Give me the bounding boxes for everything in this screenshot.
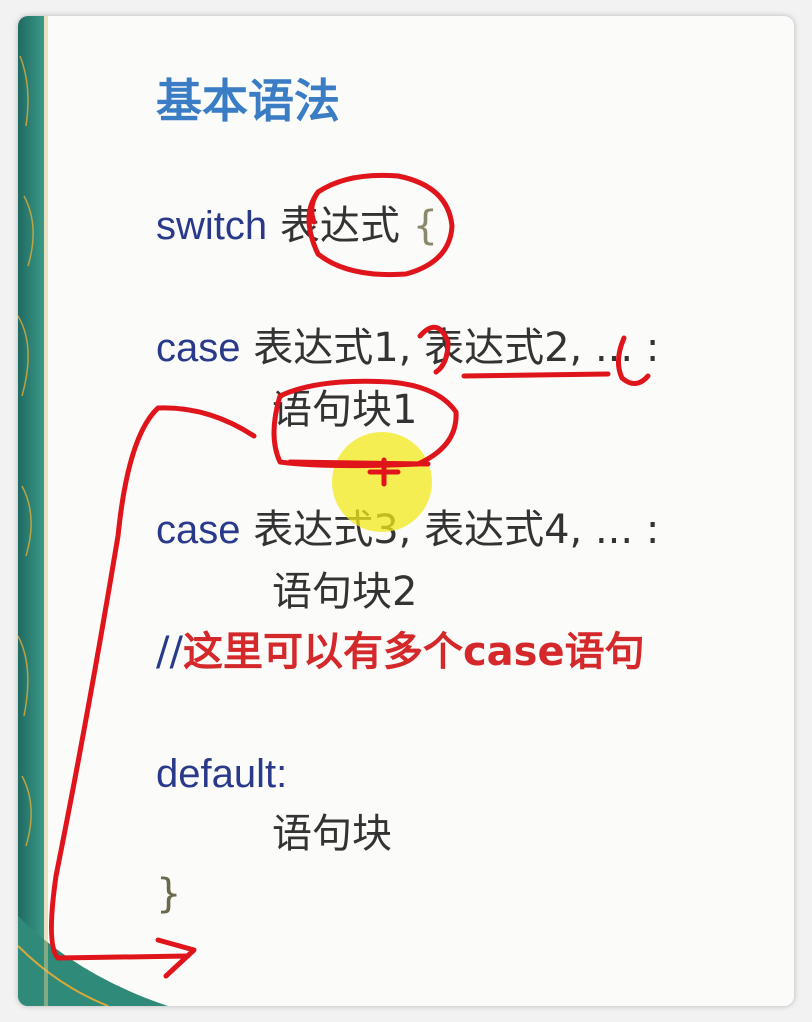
switch-expression: 表达式 — [279, 203, 400, 249]
default-block: 语句块 — [272, 811, 392, 857]
comment-line: //这里可以有多个case语句 — [156, 632, 645, 672]
default-keyword: default: — [156, 752, 288, 796]
case1-block: 语句块1 — [272, 387, 418, 433]
default-line: default: — [156, 754, 287, 794]
switch-keyword: switch — [156, 204, 268, 248]
close-brace: } — [156, 871, 182, 917]
slide-title: 基本语法 — [156, 74, 340, 128]
case2-line: case 表达式3, 表达式4, ... : — [156, 510, 659, 550]
case1-keyword: case — [156, 326, 241, 370]
case2-keyword: case — [156, 508, 241, 552]
comment-text: 这里可以有多个case语句 — [182, 629, 645, 675]
case2-block: 语句块2 — [272, 569, 418, 615]
case1-expressions: 表达式1, 表达式2, ... : — [240, 325, 660, 371]
slide-frame: 基本语法 switch 表达式 { case 表达式1, 表达式2, ... :… — [18, 16, 794, 1006]
left-decor-band — [18, 16, 44, 1006]
open-brace: { — [412, 203, 439, 249]
comment-slash: // — [156, 629, 183, 675]
case1-line: case 表达式1, 表达式2, ... : — [156, 328, 659, 368]
switch-line: switch 表达式 { — [156, 206, 438, 246]
case2-expressions: 表达式3, 表达式4, ... : — [240, 507, 660, 553]
